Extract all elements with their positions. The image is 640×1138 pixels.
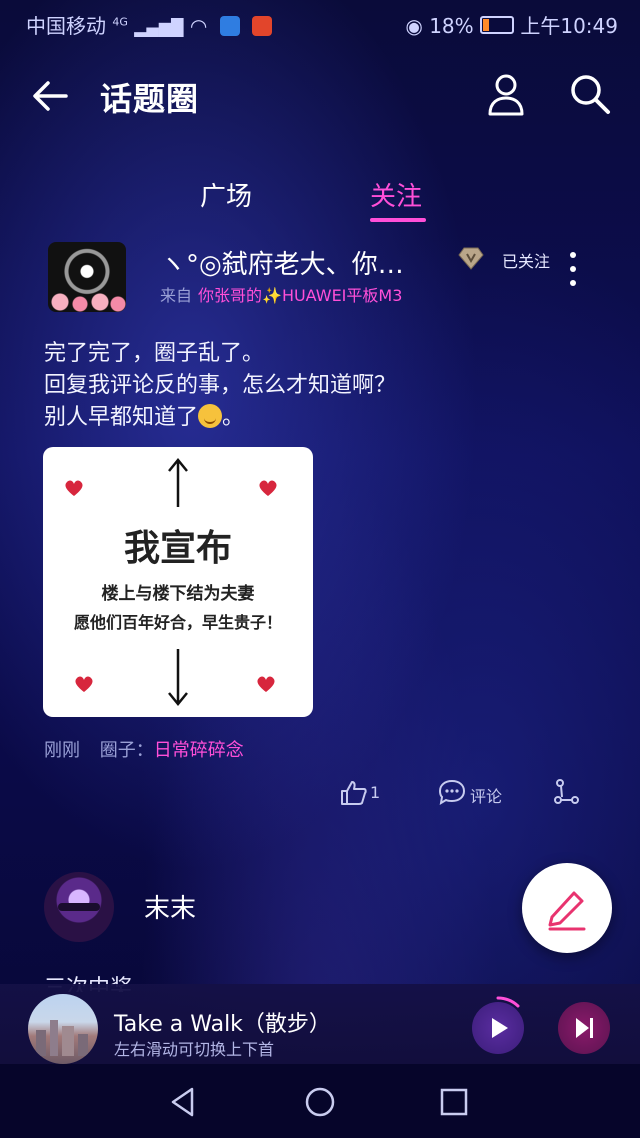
next-track-button[interactable]: [558, 1002, 610, 1054]
circle-label: 圈子：: [99, 740, 154, 761]
play-button[interactable]: [472, 1002, 524, 1054]
skip-next-icon: [576, 1018, 593, 1038]
source-app[interactable]: 你张哥的✨HUAWEI平板M3: [198, 286, 402, 305]
post-meta: 刚刚 圈子：日常碎碎念: [44, 736, 244, 762]
profile-icon[interactable]: [486, 72, 526, 116]
post-line-3-suffix: 。: [222, 405, 245, 430]
more-options-icon[interactable]: [566, 250, 580, 288]
status-right: ◉ 18% 上午10:49: [405, 10, 618, 39]
song-title: Take a Walk（散步）: [114, 1012, 331, 1037]
status-bar: 中国移动 4G ▂▄▆█ ◠ ◉ 18% 上午10:49: [0, 0, 640, 44]
post-line-3: 别人早都知道了。: [44, 402, 604, 434]
nav-home-icon[interactable]: [304, 1086, 336, 1118]
compose-button[interactable]: [522, 863, 612, 953]
back-arrow-icon[interactable]: [30, 76, 70, 116]
arrow-up-icon: [168, 458, 188, 507]
heart-icon: [75, 676, 93, 692]
battery-percent: 18%: [429, 14, 474, 38]
smirk-emoji-icon: [198, 404, 223, 428]
avatar-tag-decoration: [58, 903, 100, 911]
pencil-icon: [548, 891, 586, 931]
post-line-2: 回复我评论反的事，怎么才知道啊？: [44, 373, 397, 398]
share-icon[interactable]: [552, 779, 580, 805]
author-name[interactable]: 末末: [144, 888, 196, 925]
page-title: 话题圈: [100, 80, 200, 118]
like-count: 1: [370, 783, 381, 802]
post-source: 来自 你张哥的✨HUAWEI平板M3: [160, 282, 402, 306]
comment-icon[interactable]: [438, 779, 466, 805]
diamond-badge-icon: [458, 247, 484, 270]
listen-app-icon: [252, 16, 272, 36]
author-avatar[interactable]: [48, 242, 126, 312]
battery-icon: [480, 16, 514, 34]
post-time: 刚刚: [44, 740, 80, 761]
song-hint: 左右滑动可切换上下首: [114, 1040, 275, 1059]
author-avatar[interactable]: [44, 872, 114, 942]
post-line-1: 完了完了，圈子乱了。: [44, 341, 265, 366]
source-prefix: 来自: [160, 286, 193, 305]
nav-back-icon[interactable]: [168, 1086, 200, 1118]
circle-link[interactable]: 日常碎碎念: [154, 740, 244, 761]
eye-icon: ◉: [405, 14, 423, 38]
wifi-icon: ◠: [189, 14, 208, 38]
active-tab-indicator: [370, 218, 426, 222]
album-art[interactable]: [28, 994, 98, 1064]
network-type: 4G: [112, 15, 128, 29]
image-line-1: 楼上与楼下结为夫妻: [101, 584, 255, 604]
signal-icon: ▂▄▆█: [134, 18, 184, 37]
play-icon: [492, 1018, 508, 1038]
thumbs-up-icon[interactable]: [340, 780, 368, 806]
heart-icon: [257, 676, 275, 692]
heart-icon: [65, 480, 83, 496]
image-big-text: 我宣布: [123, 528, 232, 569]
arrow-down-icon: [168, 649, 188, 706]
post-body: 完了完了，圈子乱了。 回复我评论反的事，怎么才知道啊？ 别人早都知道了。: [44, 338, 604, 434]
author-name[interactable]: ヽ°◎弑府老大、你张...: [160, 244, 420, 281]
avatar-flower-decoration: [48, 292, 126, 312]
comment-label[interactable]: 评论: [470, 783, 502, 807]
search-icon[interactable]: [568, 72, 612, 116]
shield-app-icon: [219, 16, 240, 36]
clock: 上午10:49: [520, 14, 618, 38]
tab-plaza[interactable]: 广场: [200, 176, 252, 213]
carrier-name: 中国移动: [26, 14, 106, 38]
post-line-3-text: 别人早都知道了: [44, 405, 199, 430]
tab-following[interactable]: 关注: [370, 176, 422, 213]
heart-icon: [259, 480, 277, 496]
post-image[interactable]: 我宣布 楼上与楼下结为夫妻 愿他们百年好合，早生贵子！: [43, 447, 313, 717]
carrier-info: 中国移动 4G ▂▄▆█ ◠: [26, 10, 272, 39]
followed-status[interactable]: 已关注: [502, 248, 550, 272]
nav-recent-apps-icon[interactable]: [440, 1088, 468, 1116]
image-line-2: 愿他们百年好合，早生贵子！: [73, 613, 282, 632]
